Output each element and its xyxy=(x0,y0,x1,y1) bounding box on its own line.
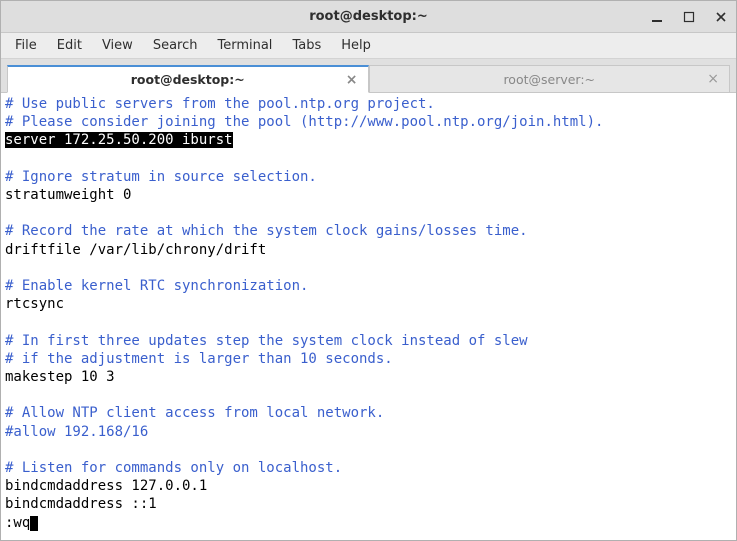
tab-close-icon[interactable]: × xyxy=(707,71,719,87)
comment-line: # Record the rate at which the system cl… xyxy=(5,223,528,239)
comment-line: # Allow NTP client access from local net… xyxy=(5,405,384,421)
window-controls xyxy=(648,1,730,32)
config-line: stratumweight 0 xyxy=(5,187,131,203)
comment-line: # In first three updates step the system… xyxy=(5,333,528,349)
menubar: File Edit View Search Terminal Tabs Help xyxy=(1,33,736,59)
tab-server[interactable]: root@server:~ × xyxy=(369,65,731,92)
close-icon[interactable] xyxy=(712,8,730,26)
cursor xyxy=(30,516,38,531)
config-line: driftfile /var/lib/chrony/drift xyxy=(5,242,266,258)
menu-help[interactable]: Help xyxy=(333,35,379,56)
menu-terminal[interactable]: Terminal xyxy=(209,35,280,56)
window-title: root@desktop:~ xyxy=(309,9,428,24)
menu-edit[interactable]: Edit xyxy=(49,35,90,56)
tab-label: root@desktop:~ xyxy=(131,72,245,87)
comment-line: # Enable kernel RTC synchronization. xyxy=(5,278,308,294)
vim-command: :wq xyxy=(5,515,30,531)
config-line: bindcmdaddress 127.0.0.1 xyxy=(5,478,207,494)
tabbar: root@desktop:~ × root@server:~ × xyxy=(1,59,736,93)
comment-line: # Ignore stratum in source selection. xyxy=(5,169,317,185)
comment-line: # if the adjustment is larger than 10 se… xyxy=(5,351,393,367)
config-line: rtcsync xyxy=(5,296,64,312)
maximize-icon[interactable] xyxy=(680,8,698,26)
tab-desktop[interactable]: root@desktop:~ × xyxy=(7,65,369,93)
comment-line: # Please consider joining the pool (http… xyxy=(5,114,603,130)
comment-line: #allow 192.168/16 xyxy=(5,424,148,440)
config-line: makestep 10 3 xyxy=(5,369,115,385)
titlebar: root@desktop:~ xyxy=(1,1,736,33)
minimize-icon[interactable] xyxy=(648,8,666,26)
highlighted-line: server 172.25.50.200 iburst xyxy=(5,132,233,148)
config-line: bindcmdaddress ::1 xyxy=(5,496,157,512)
comment-line: # Use public servers from the pool.ntp.o… xyxy=(5,96,435,112)
tab-close-icon[interactable]: × xyxy=(346,72,358,88)
terminal-output[interactable]: # Use public servers from the pool.ntp.o… xyxy=(1,93,736,540)
comment-line: # Listen for commands only on localhost. xyxy=(5,460,342,476)
menu-tabs[interactable]: Tabs xyxy=(284,35,329,56)
menu-search[interactable]: Search xyxy=(145,35,206,56)
tab-label: root@server:~ xyxy=(503,72,595,87)
menu-view[interactable]: View xyxy=(94,35,141,56)
menu-file[interactable]: File xyxy=(7,35,45,56)
